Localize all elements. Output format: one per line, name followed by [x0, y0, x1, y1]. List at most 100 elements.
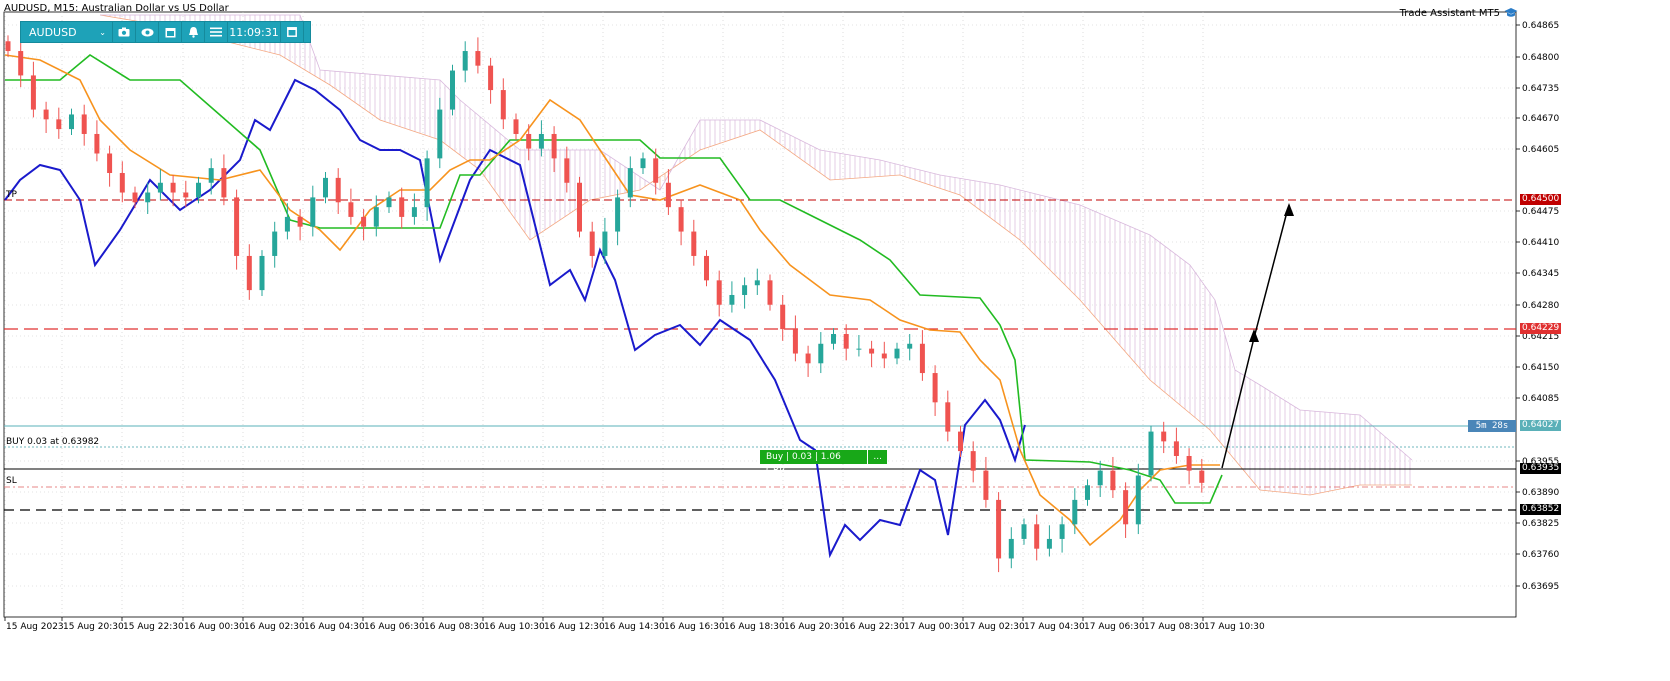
- time-tick-label: 17 Aug 04:30: [1024, 622, 1085, 632]
- candle-body: [335, 177, 341, 203]
- candle-body: [157, 182, 163, 193]
- candle-body: [1097, 470, 1103, 486]
- candle-body: [742, 285, 748, 295]
- candle-body: [653, 158, 659, 183]
- candle-body: [894, 348, 900, 359]
- candle-body: [1135, 475, 1141, 525]
- price-tick-label: 0.64475: [1522, 207, 1559, 217]
- candle-body: [805, 353, 811, 364]
- time-tick-label: 15 Aug 20:30: [63, 622, 124, 632]
- candle-body: [945, 402, 951, 432]
- time-tick-label: 15 Aug 2023: [6, 622, 64, 632]
- time-tick-label: 16 Aug 22:30: [844, 622, 905, 632]
- candle-body: [1085, 485, 1090, 500]
- candle-body: [411, 207, 417, 217]
- candle-body: [665, 182, 671, 208]
- menu-button[interactable]: [205, 22, 228, 42]
- candle-body: [208, 168, 214, 183]
- candle-body: [1186, 455, 1192, 471]
- time-tick-label: 16 Aug 08:30: [424, 622, 485, 632]
- calendar-button[interactable]: [159, 22, 182, 42]
- candle-body: [856, 348, 862, 350]
- candle-body: [602, 231, 608, 256]
- candle-body: [869, 348, 875, 354]
- candle-body: [246, 255, 252, 291]
- candle-body: [818, 343, 824, 364]
- visibility-button[interactable]: [136, 22, 159, 42]
- candle-body: [678, 207, 684, 232]
- symbol-selector[interactable]: AUDUSD ⌄: [21, 22, 113, 42]
- price-tick-label: 0.63890: [1522, 488, 1559, 498]
- price-tick-label: 0.63760: [1522, 550, 1559, 560]
- candle-body: [983, 470, 989, 500]
- candle-body: [1021, 524, 1027, 539]
- price-tick-label: 0.64280: [1522, 301, 1559, 311]
- candle-body: [18, 51, 24, 76]
- time-tick-label: 16 Aug 04:30: [304, 622, 365, 632]
- price-tick-label: 0.64865: [1522, 21, 1559, 31]
- sl-price-tag: 0.63852: [1520, 504, 1562, 515]
- candle-body: [234, 197, 240, 256]
- screenshot-button[interactable]: [113, 22, 136, 42]
- candle-body: [373, 207, 379, 227]
- candle-body: [424, 158, 430, 208]
- entry-price-tag: 0.64229: [1520, 323, 1562, 334]
- price-tick-label: 0.64345: [1522, 269, 1559, 279]
- time-tick-label: 17 Aug 06:30: [1084, 622, 1145, 632]
- time-tick-label: 17 Aug 00:30: [904, 622, 965, 632]
- candle-body: [43, 109, 49, 120]
- candle-body: [69, 114, 74, 130]
- candle-body: [450, 70, 455, 110]
- candle-body: [437, 109, 443, 159]
- candle-body: [615, 197, 621, 232]
- time-tick-label: 16 Aug 06:30: [364, 622, 425, 632]
- candle-body: [196, 182, 201, 198]
- candle-body: [1072, 499, 1078, 525]
- bar-countdown: 5m 28s: [1468, 420, 1516, 432]
- candle-body: [1123, 490, 1129, 525]
- candle-body: [919, 343, 925, 374]
- candle-body: [1034, 524, 1040, 549]
- buy-position-box[interactable]: Buy | 0.03 | 1.06 GBP ...: [760, 450, 887, 476]
- candle-body: [780, 304, 786, 330]
- candle-body: [627, 168, 633, 198]
- candle-body: [729, 294, 735, 305]
- price-tick-label: 0.64410: [1522, 238, 1559, 248]
- candle-body: [500, 90, 506, 120]
- candle-body: [284, 216, 290, 232]
- candle-body: [551, 133, 557, 159]
- candle-body: [589, 231, 595, 256]
- candle-body: [297, 216, 303, 227]
- candle-body: [843, 334, 849, 349]
- symbol-label: AUDUSD: [29, 25, 77, 39]
- price-tick-label: 0.63695: [1522, 582, 1559, 592]
- tp-label: TP: [6, 190, 17, 200]
- candle-body: [907, 343, 913, 349]
- price-tick-label: 0.63825: [1522, 519, 1559, 529]
- candle-body: [1161, 431, 1167, 442]
- candle-body: [577, 182, 582, 232]
- trade-toolbar: AUDUSD ⌄ 11:09:31: [20, 21, 311, 43]
- candle-body: [1173, 441, 1179, 456]
- candle-body: [94, 133, 100, 154]
- candle-body: [119, 173, 125, 193]
- menu-icon: [210, 27, 222, 37]
- candle-body: [691, 231, 697, 256]
- candle-body: [170, 182, 176, 193]
- candle-body: [1110, 470, 1116, 491]
- alert-button[interactable]: [182, 22, 205, 42]
- candle-body: [259, 255, 265, 291]
- candle-body: [1148, 431, 1154, 476]
- candle-body: [640, 158, 646, 169]
- chart-title: AUDUSD, M15: Australian Dollar vs US Dol…: [4, 3, 229, 14]
- price-chart[interactable]: 0.64865 0.64800 0.64735 0.64670 0.64605 0.644…: [0, 0, 1670, 677]
- window-button[interactable]: [281, 22, 304, 42]
- buy-position-info: Buy | 0.03 | 1.06 GBP: [760, 450, 869, 476]
- buy-position-more[interactable]: ...: [868, 450, 887, 464]
- candle-body: [881, 353, 887, 359]
- time-tick-label: 15 Aug 22:30: [123, 622, 184, 632]
- chevron-down-icon: ⌄: [99, 27, 106, 37]
- bid-price-tag: 0.64027: [1520, 420, 1562, 431]
- candle-body: [1199, 470, 1205, 483]
- chart-canvas[interactable]: 0.64865 0.64800 0.64735 0.64670 0.64605 0.644…: [0, 0, 1670, 677]
